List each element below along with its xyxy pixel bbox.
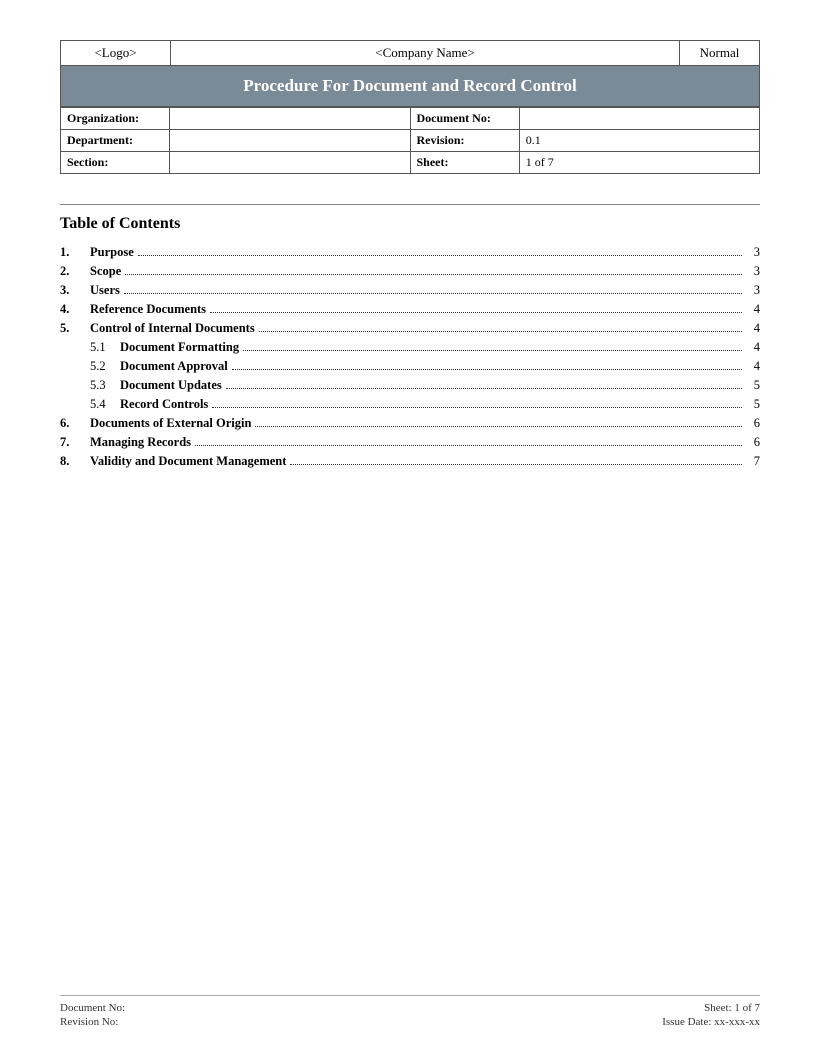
toc-item-num: 5. (60, 321, 90, 336)
logo-cell: <Logo> (61, 41, 171, 66)
revision-label: Revision: (410, 130, 519, 152)
toc-list: 1.Purpose 3 2.Scope 3 3.Users 3 4.Reference Do… (60, 245, 760, 469)
toc-item-text: Control of Internal Documents (90, 321, 255, 336)
toc-item-page: 4 (746, 321, 760, 336)
toc-item: 7.Managing Records 6 (60, 435, 760, 450)
toc-item: 5.2Document Approval 4 (60, 359, 760, 374)
toc-item-dots (212, 407, 742, 408)
footer-document-no: Document No: (60, 1002, 125, 1014)
header-table: <Logo> <Company Name> Normal (60, 40, 760, 66)
toc-item-text: Scope (90, 264, 121, 279)
toc-item-num: 5.1 (90, 340, 120, 355)
toc-title: Table of Contents (60, 215, 760, 233)
company-name-cell: <Company Name> (171, 41, 680, 66)
toc-item-text: Document Formatting (120, 340, 239, 355)
footer-left: Document No: Revision No: (60, 1002, 125, 1028)
toc-item-dots (226, 388, 742, 389)
toc-item: 5.3Document Updates 5 (60, 378, 760, 393)
toc-item-num: 1. (60, 245, 90, 260)
toc-item: 3.Users 3 (60, 283, 760, 298)
toc-item-text: Users (90, 283, 120, 298)
toc-item-num: 5.3 (90, 378, 120, 393)
toc-item-page: 4 (746, 359, 760, 374)
toc-item-num: 6. (60, 416, 90, 431)
toc-item-text: Document Approval (120, 359, 228, 374)
toc-item-dots (138, 255, 742, 256)
title-banner: Procedure For Document and Record Contro… (60, 66, 760, 107)
page-footer: Document No: Revision No: Sheet: 1 of 7 … (60, 995, 760, 1028)
page: <Logo> <Company Name> Normal Procedure F… (0, 0, 820, 1058)
toc-item-num: 7. (60, 435, 90, 450)
sheet-label: Sheet: (410, 152, 519, 174)
toc-item-dots (290, 464, 742, 465)
status-cell: Normal (680, 41, 760, 66)
toc-item-dots (195, 445, 742, 446)
toc-item-num: 4. (60, 302, 90, 317)
section-value (170, 152, 410, 174)
sheet-value: 1 of 7 (519, 152, 759, 174)
footer-issue-date: Issue Date: xx-xxx-xx (662, 1016, 760, 1028)
toc-item-page: 6 (746, 435, 760, 450)
revision-value: 0.1 (519, 130, 759, 152)
organization-value (170, 108, 410, 130)
toc-item-num: 5.2 (90, 359, 120, 374)
toc-item-page: 3 (746, 264, 760, 279)
toc-item-page: 4 (746, 302, 760, 317)
footer-sheet: Sheet: 1 of 7 (704, 1002, 760, 1014)
toc-item-page: 7 (746, 454, 760, 469)
toc-item-dots (124, 293, 742, 294)
toc-item-text: Document Updates (120, 378, 222, 393)
toc-item-text: Validity and Document Management (90, 454, 286, 469)
toc-item-text: Purpose (90, 245, 134, 260)
toc-item: 8.Validity and Document Management 7 (60, 454, 760, 469)
toc-item: 6.Documents of External Origin 6 (60, 416, 760, 431)
toc-item-dots (243, 350, 742, 351)
toc-item-dots (259, 331, 742, 332)
toc-item-dots (255, 426, 742, 427)
toc-item-page: 5 (746, 397, 760, 412)
organization-label: Organization: (61, 108, 170, 130)
toc-item-num: 3. (60, 283, 90, 298)
toc-item-text: Documents of External Origin (90, 416, 251, 431)
toc-item-page: 3 (746, 245, 760, 260)
toc-item: 5.Control of Internal Documents 4 (60, 321, 760, 336)
toc-item-text: Managing Records (90, 435, 191, 450)
document-no-value (519, 108, 759, 130)
toc-item: 4.Reference Documents 4 (60, 302, 760, 317)
toc-item: 5.1Document Formatting 4 (60, 340, 760, 355)
section-divider (60, 204, 760, 205)
info-table: Organization: Document No: Department: R… (60, 107, 760, 174)
toc-item-num: 5.4 (90, 397, 120, 412)
section-label: Section: (61, 152, 170, 174)
toc-item-page: 6 (746, 416, 760, 431)
toc-item: 5.4Record Controls 5 (60, 397, 760, 412)
toc-item: 2.Scope 3 (60, 264, 760, 279)
toc-item: 1.Purpose 3 (60, 245, 760, 260)
toc-item-num: 2. (60, 264, 90, 279)
toc-item-page: 5 (746, 378, 760, 393)
toc-item-dots (125, 274, 742, 275)
footer-right: Sheet: 1 of 7 Issue Date: xx-xxx-xx (662, 1002, 760, 1028)
toc-item-text: Reference Documents (90, 302, 206, 317)
department-value (170, 130, 410, 152)
toc-item-dots (210, 312, 742, 313)
department-label: Department: (61, 130, 170, 152)
document-no-label: Document No: (410, 108, 519, 130)
toc-item-num: 8. (60, 454, 90, 469)
toc-section: Table of Contents 1.Purpose32.Scope33.Us… (60, 215, 760, 473)
toc-item-page: 4 (746, 340, 760, 355)
toc-item-dots (232, 369, 742, 370)
toc-item-page: 3 (746, 283, 760, 298)
toc-item-text: Record Controls (120, 397, 208, 412)
footer-revision-no: Revision No: (60, 1016, 125, 1028)
